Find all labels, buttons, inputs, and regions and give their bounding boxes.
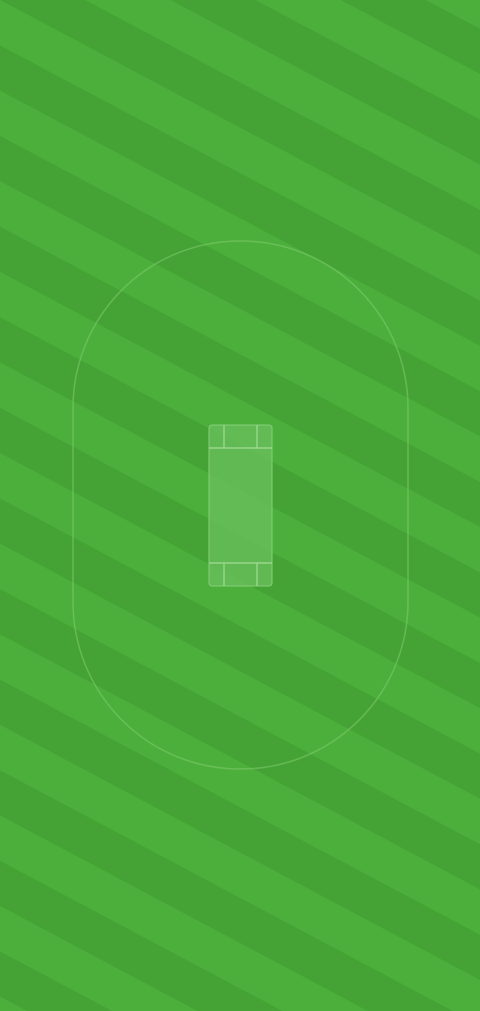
cricket-field [0, 0, 480, 1011]
pitch [208, 424, 273, 587]
pitch-strip [208, 424, 273, 587]
field-canvas [0, 0, 480, 1011]
